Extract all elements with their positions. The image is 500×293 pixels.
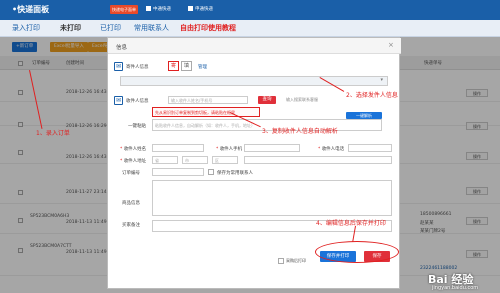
paste-red-hint: 先从易识别订单复制到剪切板，请粘贴在框里 [152,107,260,117]
annotation-3: 3、复制收件人信息自动解析 [262,128,338,135]
top-check-shentong[interactable]: 申通快递 [188,6,213,12]
field-order-input[interactable] [152,168,204,176]
tab-contacts[interactable]: 常用联系人 [134,23,169,33]
sender-fill-icon[interactable]: 填 [181,61,192,71]
save-contact-label: 保存为常用联系人 [217,171,253,176]
field-phone-input[interactable] [348,144,392,152]
field-name-input[interactable] [152,144,204,152]
sender-manage-link[interactable]: 管理 [198,64,207,70]
sender-label: 寄件人信息 [126,65,149,70]
save-contact-checkbox[interactable] [208,169,214,175]
field-address-label: * 收件人地址 [120,159,147,164]
remark-label: 买家备注 [122,223,140,228]
field-name-label: * 收件人姓名 [120,147,147,152]
top-bar [0,0,500,20]
tab-unprinted[interactable]: 未打印 [60,23,81,33]
app-brand: •快递面板 [12,5,50,14]
modal-title: 信息 [116,45,128,51]
annotation-4: 4、编辑信息后保存并打印 [316,220,386,227]
continue-checkbox[interactable] [278,258,284,264]
field-mobile-label: * 收件人手机 [216,147,243,152]
tab-entry-print[interactable]: 录入打印 [12,23,40,33]
receiver-hint: 输入搜索联系客服 [286,97,318,102]
district-select[interactable]: 区 [212,156,238,164]
parse-button[interactable]: 一键解析 [346,112,382,119]
paste-label: 一键粘贴 [128,124,146,129]
receiver-label: 收件人信息 [126,99,149,104]
goods-textarea[interactable] [152,180,392,216]
receiver-search-input[interactable]: 输入收件人姓名/手机号 [168,96,248,104]
chevron-down-icon: ▾ [380,77,383,83]
tab-printed[interactable]: 已打印 [100,23,121,33]
sender-send-icon[interactable]: 寄 [168,61,179,71]
annotation-1: 1、录入订单 [36,130,70,137]
address-detail-input[interactable] [244,156,392,164]
baidu-watermark-url: jingyan.baidu.com [432,285,479,291]
sender-icon: ✉ [114,62,123,71]
field-phone-label: * 收件人电话 [318,147,345,152]
tab-tutorial[interactable]: 自由打印使用教程 [180,23,236,33]
receiver-search-button[interactable]: 查询 [258,96,276,104]
annotation-2: 2、选择发件人信息 [346,92,398,99]
brand-badge[interactable]: 快递电子面单 [110,5,138,14]
continue-label: 采购后打印 [286,258,306,263]
annotation-4-ellipse [315,241,399,263]
city-select[interactable]: 市 [182,156,208,164]
close-icon[interactable]: × [388,41,394,49]
goods-label: 商品信息 [122,201,140,206]
province-select[interactable]: 省 [152,156,178,164]
field-mobile-input[interactable] [244,144,300,152]
modal-title-bar [108,38,401,54]
sender-select[interactable]: ▾ [120,76,388,86]
top-check-zhongtong[interactable]: 中通快递 [146,6,171,12]
field-order-label: 订单编号 [122,171,140,176]
receiver-icon: ✉ [114,96,123,105]
